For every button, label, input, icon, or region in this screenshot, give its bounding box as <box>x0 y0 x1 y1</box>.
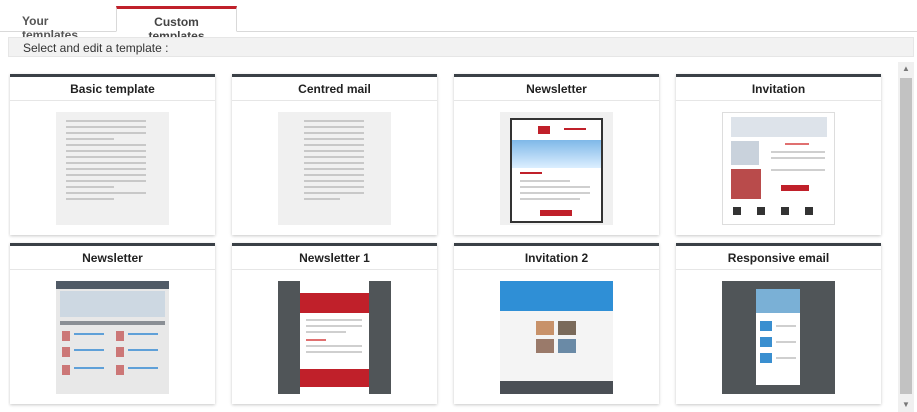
template-thumbnail[interactable] <box>56 112 169 225</box>
vertical-scrollbar[interactable]: ▲ ▼ <box>898 62 914 412</box>
template-card-centred[interactable]: Centred mail <box>232 74 437 235</box>
template-card-newsletter[interactable]: Newsletter <box>454 74 659 235</box>
hero-image <box>512 140 601 168</box>
template-title: Invitation 2 <box>454 246 659 270</box>
template-title: Invitation <box>676 77 881 101</box>
template-title: Centred mail <box>232 77 437 101</box>
template-title: Newsletter <box>454 77 659 101</box>
template-card-basic[interactable]: Basic template <box>10 74 215 235</box>
template-card-invitation-2[interactable]: Invitation 2 <box>454 243 659 404</box>
template-thumbnail[interactable] <box>56 281 169 394</box>
template-title: Newsletter 1 <box>232 246 437 270</box>
tab-your-templates[interactable]: Your templates <box>12 6 116 42</box>
header-band <box>500 281 613 311</box>
template-thumbnail[interactable] <box>500 281 613 394</box>
newsletter-preview <box>510 118 603 223</box>
template-tabs: Your templates Custom templates <box>0 0 917 43</box>
template-thumbnail[interactable] <box>278 112 391 225</box>
tab-custom-templates[interactable]: Custom templates <box>116 6 237 43</box>
template-title: Basic template <box>10 77 215 101</box>
template-thumbnail[interactable] <box>722 281 835 394</box>
template-thumbnail[interactable] <box>500 112 613 225</box>
scroll-down-arrow-icon[interactable]: ▼ <box>898 398 914 412</box>
template-card-newsletter-2[interactable]: Newsletter <box>10 243 215 404</box>
template-title: Newsletter <box>10 246 215 270</box>
instruction-bar: Select and edit a template : <box>8 37 914 57</box>
template-grid: Basic template Centred mail Newsletter I… <box>8 62 914 412</box>
template-card-responsive-email[interactable]: Responsive email <box>676 243 881 404</box>
template-card-invitation[interactable]: Invitation <box>676 74 881 235</box>
scroll-thumb[interactable] <box>900 78 912 394</box>
scroll-up-arrow-icon[interactable]: ▲ <box>898 62 914 76</box>
newsletter-preview <box>300 281 369 394</box>
template-thumbnail[interactable] <box>722 112 835 225</box>
template-thumbnail[interactable] <box>278 281 391 394</box>
text-lines-placeholder <box>66 120 146 204</box>
template-title: Responsive email <box>676 246 881 270</box>
template-card-newsletter-1[interactable]: Newsletter 1 <box>232 243 437 404</box>
text-lines-placeholder <box>304 120 364 204</box>
